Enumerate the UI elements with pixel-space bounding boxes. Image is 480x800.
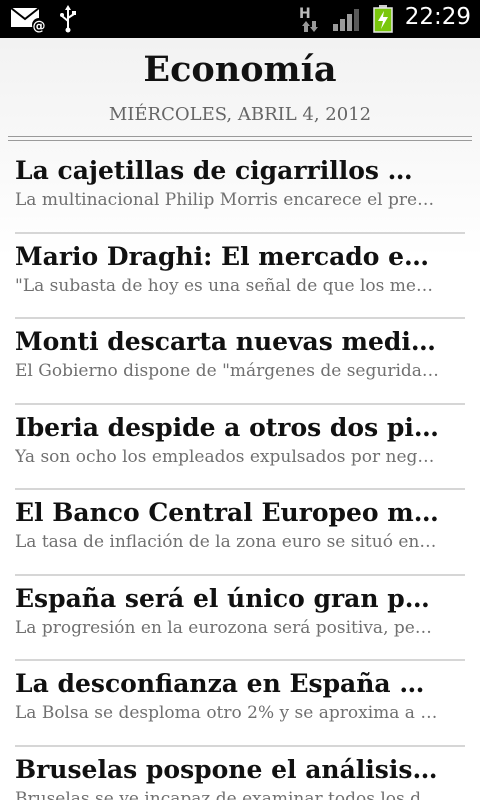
article-title: Iberia despide a otros dos pilotos por l… [15,412,439,442]
article-summary: "La subasta de hoy es una señal de que l… [15,275,439,296]
page-title: Economía [143,49,337,90]
article-summary: Ya son ocho los empleados expulsados por… [15,446,439,467]
article-title: El Banco Central Europeo mantiene los ti… [15,498,439,527]
article-title: España será el único gran país en recesi… [15,583,439,613]
article-item[interactable]: El Banco Central Europeo mantiene los ti… [0,490,480,576]
article-item[interactable]: La cajetillas de cigarrillos Marlboro su… [0,148,480,234]
battery-charging-icon [372,5,394,37]
page-date: MIÉRCOLES, ABRIL 4, 2012 [108,104,372,125]
article-item[interactable]: Monti descarta nuevas medidas de ajuste … [0,319,480,405]
hspa-data-icon: H [298,4,322,38]
svg-text:H: H [299,6,311,22]
signal-strength-icon [332,8,360,36]
status-bar: @ H 22:29 [0,0,480,38]
article-summary: El Gobierno dispone de "márgenes de segu… [15,361,439,381]
article-item[interactable]: Iberia despide a otros dos pilotos por l… [0,405,480,490]
article-summary: La multinacional Philip Morris encarece … [15,190,439,210]
article-item[interactable]: Mario Draghi: El mercado espera más medi… [0,234,480,319]
article-title: Monti descarta nuevas medidas de ajuste [15,327,439,356]
article-summary: La progresión en la eurozona será positi… [15,617,439,638]
article-title: La desconfianza en España encarece la de… [15,669,439,698]
clock-time: 22:29 [404,4,471,30]
article-title: Bruselas pospone el análisis del déficit… [15,754,439,784]
article-title: La cajetillas de cigarrillos Marlboro su… [15,156,439,185]
article-item[interactable]: La desconfianza en España encarece la de… [0,661,480,747]
article-summary: La tasa de inflación de la zona euro se … [15,532,439,552]
svg-text:@: @ [33,19,46,33]
usb-icon [58,5,78,37]
article-list[interactable]: La cajetillas de cigarrillos Marlboro su… [0,148,480,800]
header-divider [8,136,472,141]
article-item[interactable]: Bruselas pospone el análisis del déficit… [0,747,480,800]
article-summary: La Bolsa se desploma otro 2% y se aproxi… [15,703,439,723]
article-title: Mario Draghi: El mercado espera más medi… [15,241,439,271]
email-notification-icon: @ [10,7,46,37]
article-item[interactable]: España será el único gran país en recesi… [0,576,480,661]
article-summary: Bruselas se ve incapaz de examinar todos… [15,788,439,800]
news-app: Economía MIÉRCOLES, ABRIL 4, 2012 La caj… [0,38,480,800]
